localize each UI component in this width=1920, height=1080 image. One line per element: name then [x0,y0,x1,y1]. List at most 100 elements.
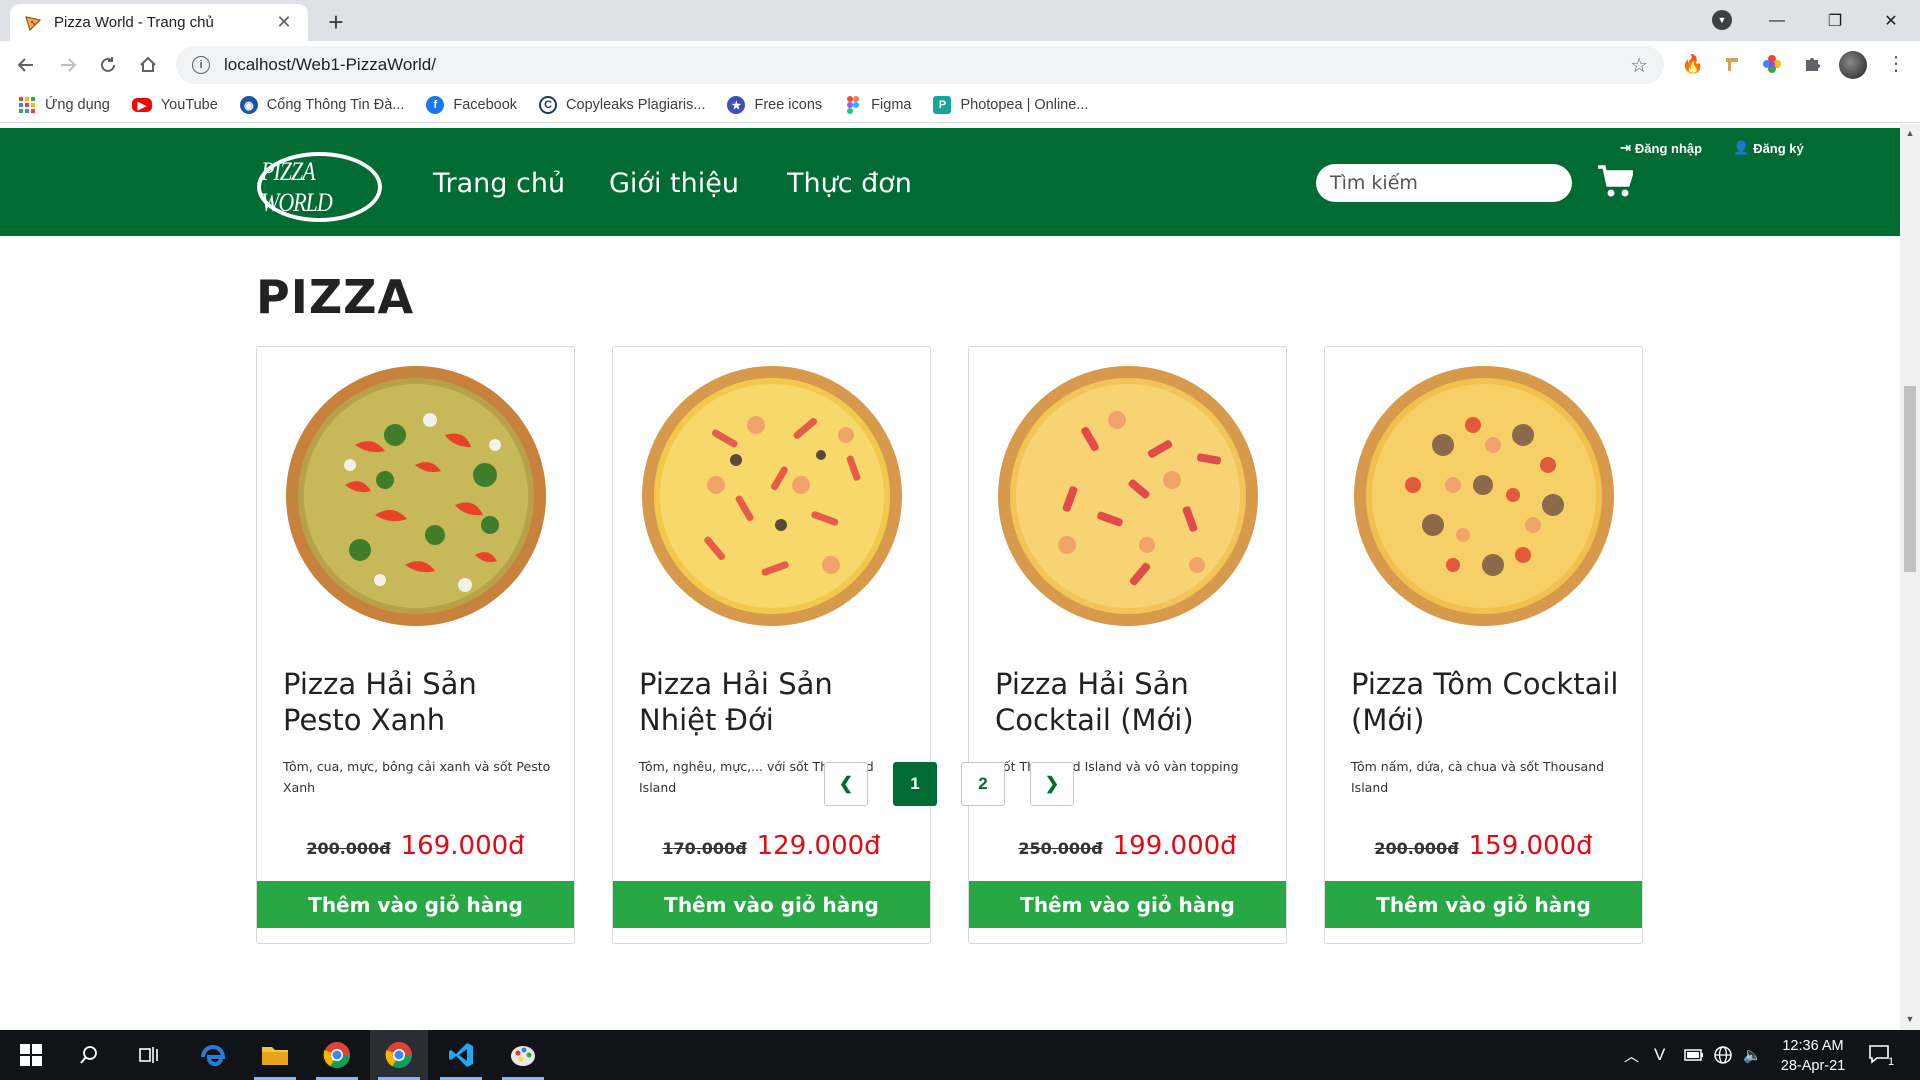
system-clock[interactable]: 12:36 AM 28-Apr-21 [1768,1036,1858,1076]
old-price: 200.000đ [306,839,391,858]
forward-icon[interactable] [52,49,84,81]
fire-extension-icon[interactable]: 🔥 [1681,52,1705,76]
site-header: PIZZA WORLD Trang chủ Giới thiệu Thực đơ… [0,128,1900,236]
pizza-pesto-image[interactable] [285,365,547,627]
bookmark-label: Photopea | Online... [960,97,1089,113]
pagination-page-2[interactable]: 2 [961,762,1005,806]
bookmark-copyleaks[interactable]: C Copyleaks Plagiaris... [539,96,705,114]
tab-title: Pizza World - Trang chủ [54,14,214,31]
dropper-extension-icon[interactable] [1721,52,1745,76]
youtube-icon: ▶ [131,98,152,112]
search-input[interactable] [1316,164,1572,202]
search-box [1316,164,1572,202]
bookmark-label: Figma [871,97,912,113]
nav-menu[interactable]: Thực đơn [787,168,912,199]
browser-menu-icon[interactable]: ⋮ [1886,51,1906,76]
product-card: Pizza Hải Sản Pesto Xanh Tôm, cua, mực, … [256,346,575,944]
scroll-thumb[interactable] [1904,386,1916,572]
product-name[interactable]: Pizza Hải Sản Cocktail (Mới) [995,666,1270,738]
address-bar[interactable]: i localhost/Web1-PizzaWorld/ ☆ [176,46,1664,84]
new-tab-icon[interactable]: + [322,7,350,37]
copyleaks-icon: C [539,96,558,114]
nav-home[interactable]: Trang chủ [433,168,565,199]
pagination-prev[interactable]: ❮ [824,762,868,806]
show-hidden-icons[interactable]: ︿ [1624,1030,1639,1080]
pagination-next[interactable]: ❯ [1030,762,1074,806]
register-link[interactable]: 👤 Đăng ký [1733,140,1804,156]
network-globe-icon[interactable] [1713,1030,1733,1080]
product-name[interactable]: Pizza Hải Sản Nhiệt Đới [639,666,914,738]
scroll-down-icon[interactable]: ▼ [1904,1014,1916,1026]
paint-taskbar-icon[interactable] [494,1030,552,1080]
chrome-taskbar-icon[interactable] [308,1030,366,1080]
pagination-page-1[interactable]: 1 [893,762,937,806]
url-text: localhost/Web1-PizzaWorld/ [224,55,436,74]
home-icon[interactable] [132,49,164,81]
nav-about[interactable]: Giới thiệu [609,168,739,199]
add-to-cart-button[interactable]: Thêm vào giỏ hàng [257,881,574,928]
login-link[interactable]: ⇥ Đăng nhập [1620,140,1702,156]
scroll-up-icon[interactable]: ▲ [1904,128,1916,140]
task-view-button[interactable] [120,1030,178,1080]
notifications-button[interactable]: 1 [1868,1030,1894,1080]
pizza-favicon-icon [24,14,42,32]
bookmark-youtube[interactable]: ▶ YouTube [131,97,218,113]
logo-text: PIZZA WORLD [261,155,333,217]
reload-icon[interactable] [92,49,124,81]
vpn-tray-icon[interactable]: V [1654,1030,1665,1080]
new-price: 129.000đ [756,831,881,861]
chevron-left-icon: ❮ [838,774,854,793]
product-description: Tôm nấm, dứa, cà chua và sốt Thousand Is… [1351,759,1605,795]
file-explorer-taskbar-icon[interactable] [246,1030,304,1080]
bookmark-apps[interactable]: Ứng dụng [18,96,110,114]
bookmark-portal[interactable]: ◉ Cổng Thông Tin Đà... [239,96,405,114]
browser-toolbar: i localhost/Web1-PizzaWorld/ ☆ 🔥 ⋮ [0,41,1920,88]
site-info-icon[interactable]: i [192,56,210,74]
profile-avatar[interactable] [1839,51,1867,79]
bookmark-facebook[interactable]: f Facebook [426,96,517,114]
pizza-shrimp-cocktail-image[interactable] [1353,365,1615,627]
vscode-taskbar-icon[interactable] [432,1030,490,1080]
add-to-cart-button[interactable]: Thêm vào giỏ hàng [1325,881,1642,928]
login-label: Đăng nhập [1634,140,1703,156]
pizza-tropical-image[interactable] [641,365,903,627]
price-row: 250.000đ 199.000đ [969,831,1286,861]
cart-button[interactable] [1597,164,1635,198]
start-button[interactable] [2,1030,60,1080]
close-tab-icon[interactable]: ✕ [274,12,294,33]
close-window-icon[interactable]: ✕ [1862,0,1920,41]
back-icon[interactable] [10,49,42,81]
page-scrollbar[interactable]: ▲ ▼ [1900,124,1920,1030]
search-icon [80,1046,97,1064]
product-name[interactable]: Pizza Hải Sản Pesto Xanh [283,666,558,738]
old-price: 250.000đ [1018,839,1103,858]
bookmark-label: Cổng Thông Tin Đà... [266,97,405,113]
apps-grid-icon [18,96,36,114]
search-taskbar-button[interactable] [60,1030,118,1080]
bookmark-star-icon[interactable]: ☆ [1630,53,1648,78]
extensions-puzzle-icon[interactable] [1800,52,1824,76]
add-to-cart-button[interactable]: Thêm vào giỏ hàng [613,881,930,928]
user-icon: 👤 [1733,140,1750,155]
tab-search-icon[interactable]: ▼ [1712,10,1732,30]
site-logo[interactable]: PIZZA WORLD [257,152,382,222]
section-title: PIZZA [256,270,415,324]
battery-icon[interactable] [1684,1030,1704,1080]
bookmark-figma[interactable]: Figma [844,96,911,114]
add-to-cart-button[interactable]: Thêm vào giỏ hàng [969,881,1286,928]
bookmark-photopea[interactable]: P Photopea | Online... [933,96,1088,114]
browser-tab[interactable]: Pizza World - Trang chủ ✕ [10,4,308,41]
old-price: 200.000đ [1374,839,1459,858]
chrome-active-taskbar-icon[interactable] [370,1030,428,1080]
restore-icon[interactable]: ❐ [1806,0,1864,41]
product-name[interactable]: Pizza Tôm Cocktail (Mới) [1351,666,1626,738]
figma-icon [844,96,862,114]
color-picker-extension-icon[interactable] [1760,52,1784,76]
bookmark-free-icons[interactable]: ★ Free icons [727,96,822,114]
pizza-cocktail-image[interactable] [997,365,1259,627]
sign-in-icon: ⇥ [1620,140,1631,155]
minimize-icon[interactable]: — [1748,0,1806,41]
volume-icon[interactable]: 🔈 [1743,1030,1762,1080]
edge-taskbar-icon[interactable] [184,1030,242,1080]
bookmark-label: Ứng dụng [45,97,110,113]
